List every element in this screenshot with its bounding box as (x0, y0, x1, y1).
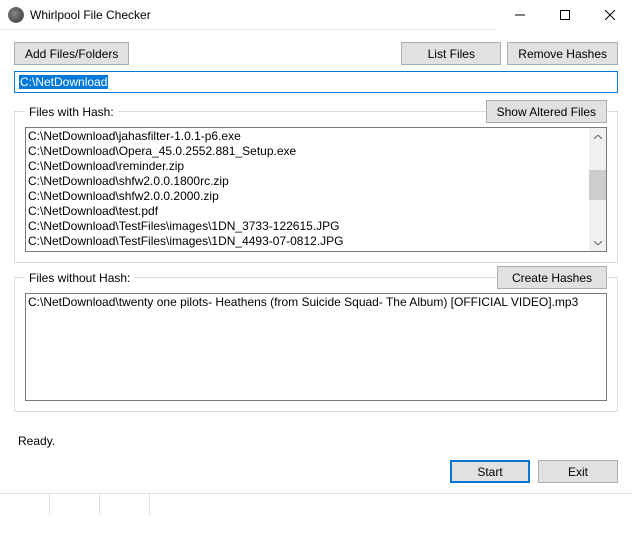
start-button[interactable]: Start (450, 460, 530, 483)
files-without-hash-panel: Files without Hash: Create Hashes C:\Net… (14, 277, 618, 412)
list-item[interactable]: C:\NetDownload\jahasfilter-1.0.1-p6.exe (28, 129, 604, 144)
add-files-button[interactable]: Add Files/Folders (14, 42, 129, 65)
status-text: Ready. (14, 426, 618, 460)
list-files-button[interactable]: List Files (401, 42, 501, 65)
scroll-down-icon[interactable] (589, 234, 606, 251)
list-item[interactable]: C:\NetDownload\shfw2.0.0.1800rc.zip (28, 174, 604, 189)
files-without-hash-list[interactable]: C:\NetDownload\twenty one pilots- Heathe… (25, 293, 607, 401)
window-title: Whirlpool File Checker (30, 8, 497, 22)
scroll-thumb[interactable] (589, 170, 606, 200)
path-text: C:\NetDownload (19, 75, 108, 89)
remove-hashes-button[interactable]: Remove Hashes (507, 42, 618, 65)
show-altered-files-button[interactable]: Show Altered Files (486, 100, 607, 123)
scroll-up-icon[interactable] (589, 128, 606, 145)
exit-button[interactable]: Exit (538, 460, 618, 483)
list-item[interactable]: C:\NetDownload\test.pdf (28, 204, 604, 219)
list-item[interactable]: C:\NetDownload\TestFiles\images\1DN_4814… (28, 249, 604, 252)
list-item[interactable]: C:\NetDownload\Opera_45.0.2552.881_Setup… (28, 144, 604, 159)
list-item[interactable]: C:\NetDownload\TestFiles\images\1DN_4493… (28, 234, 604, 249)
maximize-button[interactable] (542, 0, 587, 30)
create-hashes-button[interactable]: Create Hashes (497, 266, 607, 289)
list-item[interactable]: C:\NetDownload\shfw2.0.0.2000.zip (28, 189, 604, 204)
list-item[interactable]: C:\NetDownload\twenty one pilots- Heathe… (28, 295, 604, 310)
files-with-hash-panel: Files with Hash: Show Altered Files C:\N… (14, 111, 618, 263)
files-with-hash-label: Files with Hash: (25, 105, 118, 119)
path-input[interactable]: C:\NetDownload (14, 71, 618, 93)
scrollbar[interactable] (589, 128, 606, 251)
files-without-hash-label: Files without Hash: (25, 271, 134, 285)
files-with-hash-list[interactable]: C:\NetDownload\jahasfilter-1.0.1-p6.exeC… (25, 127, 607, 252)
list-item[interactable]: C:\NetDownload\TestFiles\images\1DN_3733… (28, 219, 604, 234)
titlebar: Whirlpool File Checker (0, 0, 632, 30)
minimize-button[interactable] (497, 0, 542, 30)
status-strip (0, 493, 632, 515)
close-button[interactable] (587, 0, 632, 30)
app-icon (8, 7, 24, 23)
list-item[interactable]: C:\NetDownload\reminder.zip (28, 159, 604, 174)
